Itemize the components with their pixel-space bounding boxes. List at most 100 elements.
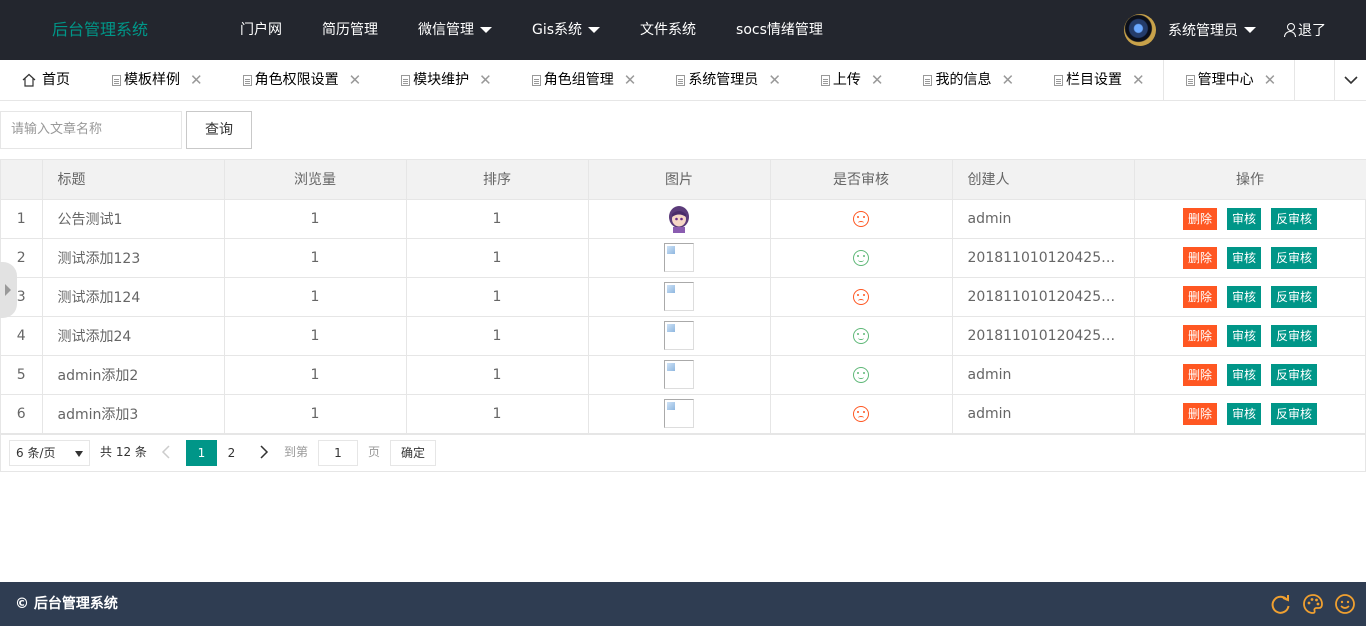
tab-5[interactable]: 系统管理员 ✕	[654, 60, 799, 100]
broken-image-icon[interactable]	[664, 360, 694, 389]
chevron-left-icon[interactable]	[161, 444, 171, 460]
chevron-down-icon	[1343, 76, 1358, 85]
tab-more-button[interactable]	[1334, 60, 1366, 100]
total-count: 共 12 条	[100, 445, 147, 459]
close-icon[interactable]: ✕	[1001, 60, 1014, 100]
unaudit-button[interactable]: 反审核	[1271, 207, 1318, 230]
close-icon[interactable]: ✕	[349, 60, 362, 100]
close-icon[interactable]: ✕	[871, 60, 884, 100]
audit-button[interactable]: 审核	[1226, 207, 1261, 230]
frown-icon	[853, 288, 869, 305]
cell-title: 测试添加124	[42, 277, 225, 317]
top-header: 后台管理系统 门户网 简历管理 微信管理 Gis系统 文件系统 socs情绪管理…	[0, 0, 1366, 60]
close-icon[interactable]: ✕	[768, 60, 781, 100]
chevron-right-icon[interactable]	[259, 444, 269, 460]
nav-item-label: 简历管理	[322, 22, 378, 38]
broken-image-icon[interactable]	[664, 282, 694, 311]
delete-button[interactable]: 删除	[1182, 207, 1217, 230]
cell-image	[588, 199, 771, 239]
nav-item-label: socs情绪管理	[736, 22, 823, 38]
app-logo[interactable]: 后台管理系统	[52, 0, 148, 60]
cell-image	[588, 277, 771, 317]
cell-actions: 删除 审核 反审核	[1134, 199, 1366, 239]
goto-page-input[interactable]: 1	[318, 440, 358, 466]
cell-order: 1	[406, 355, 589, 395]
audit-button[interactable]: 审核	[1226, 246, 1261, 269]
unaudit-button[interactable]: 反审核	[1271, 285, 1318, 308]
user-name: 系统管理员	[1168, 23, 1238, 39]
avatar[interactable]	[1124, 14, 1156, 46]
delete-button[interactable]: 删除	[1182, 246, 1217, 269]
smile-icon[interactable]	[1334, 593, 1356, 615]
search-button[interactable]: 查询	[186, 111, 252, 149]
tab-8[interactable]: 栏目设置 ✕	[1032, 60, 1163, 100]
tab-label: 系统管理员	[688, 72, 759, 88]
tab-9[interactable]: 管理中心 ✕	[1162, 60, 1296, 100]
tab-label: 栏目设置	[1066, 72, 1123, 88]
unaudit-button[interactable]: 反审核	[1271, 246, 1318, 269]
tab-2[interactable]: 角色权限设置 ✕	[221, 60, 380, 100]
document-icon	[923, 74, 933, 86]
nav-item-wechat[interactable]: 微信管理	[398, 0, 512, 60]
smile-icon	[853, 327, 869, 344]
col-header-creator: 创建人	[952, 160, 1135, 200]
broken-image-icon[interactable]	[664, 399, 694, 428]
close-icon[interactable]: ✕	[479, 60, 492, 100]
table-row: 4 测试添加24 1 1 20181101012042525... 删除 审核 反审核	[1, 316, 1366, 356]
cell-audited	[770, 355, 953, 395]
tab-3[interactable]: 模块维护 ✕	[379, 60, 510, 100]
logout-button[interactable]: 退了	[1284, 20, 1326, 40]
goto-confirm-button[interactable]: 确定	[390, 440, 436, 466]
close-icon[interactable]: ✕	[624, 60, 637, 100]
nav-item-files[interactable]: 文件系统	[620, 0, 716, 60]
document-icon	[1185, 74, 1195, 86]
page-label: 页	[368, 445, 381, 459]
tab-bar: 首页 模板样例 ✕ 角色权限设置 ✕ 模块维护 ✕ 角色组管理 ✕ 系统管理员 ✕ 上传 ✕ 我的信息 ✕ 栏…	[0, 60, 1366, 101]
document-icon	[112, 74, 121, 86]
audit-button[interactable]: 审核	[1226, 324, 1261, 347]
page-number[interactable]: 2	[216, 440, 247, 466]
user-menu[interactable]: 系统管理员	[1168, 20, 1256, 40]
unaudit-button[interactable]: 反审核	[1271, 363, 1318, 386]
close-icon[interactable]: ✕	[1132, 60, 1145, 100]
tab-0[interactable]: 首页	[0, 60, 90, 100]
nav-item-gis[interactable]: Gis系统	[512, 0, 620, 60]
delete-button[interactable]: 删除	[1182, 363, 1217, 386]
footer-tools	[1270, 593, 1356, 615]
page-number-current[interactable]: 1	[186, 440, 217, 466]
caret-down-icon	[588, 27, 601, 33]
nav-item-socs[interactable]: socs情绪管理	[716, 0, 843, 60]
sidebar-toggle-handle[interactable]	[0, 262, 17, 318]
nav-item-resume[interactable]: 简历管理	[302, 0, 398, 60]
unaudit-button[interactable]: 反审核	[1271, 324, 1318, 347]
nav-item-portal[interactable]: 门户网	[220, 0, 302, 60]
search-input[interactable]: 请输入文章名称	[0, 111, 182, 149]
palette-icon[interactable]	[1302, 593, 1324, 615]
tab-6[interactable]: 上传 ✕	[799, 60, 902, 100]
tab-4[interactable]: 角色组管理 ✕	[510, 60, 655, 100]
delete-button[interactable]: 删除	[1182, 285, 1217, 308]
close-icon[interactable]: ✕	[190, 60, 203, 100]
thumbnail-avatar-image[interactable]	[667, 205, 691, 233]
unaudit-button[interactable]: 反审核	[1271, 402, 1318, 425]
broken-image-icon[interactable]	[664, 243, 694, 272]
page-size-select[interactable]: 6 条/页	[9, 440, 90, 466]
cell-index: 1	[1, 199, 43, 239]
audit-button[interactable]: 审核	[1226, 363, 1261, 386]
tab-7[interactable]: 我的信息 ✕	[901, 60, 1032, 100]
col-header-title: 标题	[42, 160, 225, 200]
refresh-icon[interactable]	[1270, 593, 1292, 615]
document-icon	[1054, 74, 1064, 86]
document-icon	[820, 74, 830, 86]
tab-1[interactable]: 模板样例 ✕	[90, 60, 221, 100]
delete-button[interactable]: 删除	[1182, 402, 1217, 425]
cell-title: 测试添加24	[42, 316, 225, 356]
cell-order: 1	[406, 199, 589, 239]
close-icon[interactable]: ✕	[1264, 60, 1277, 100]
audit-button[interactable]: 审核	[1226, 402, 1261, 425]
cell-index: 6	[1, 394, 43, 434]
broken-image-icon[interactable]	[664, 321, 694, 350]
audit-button[interactable]: 审核	[1226, 285, 1261, 308]
cell-image	[588, 316, 771, 356]
delete-button[interactable]: 删除	[1182, 324, 1217, 347]
